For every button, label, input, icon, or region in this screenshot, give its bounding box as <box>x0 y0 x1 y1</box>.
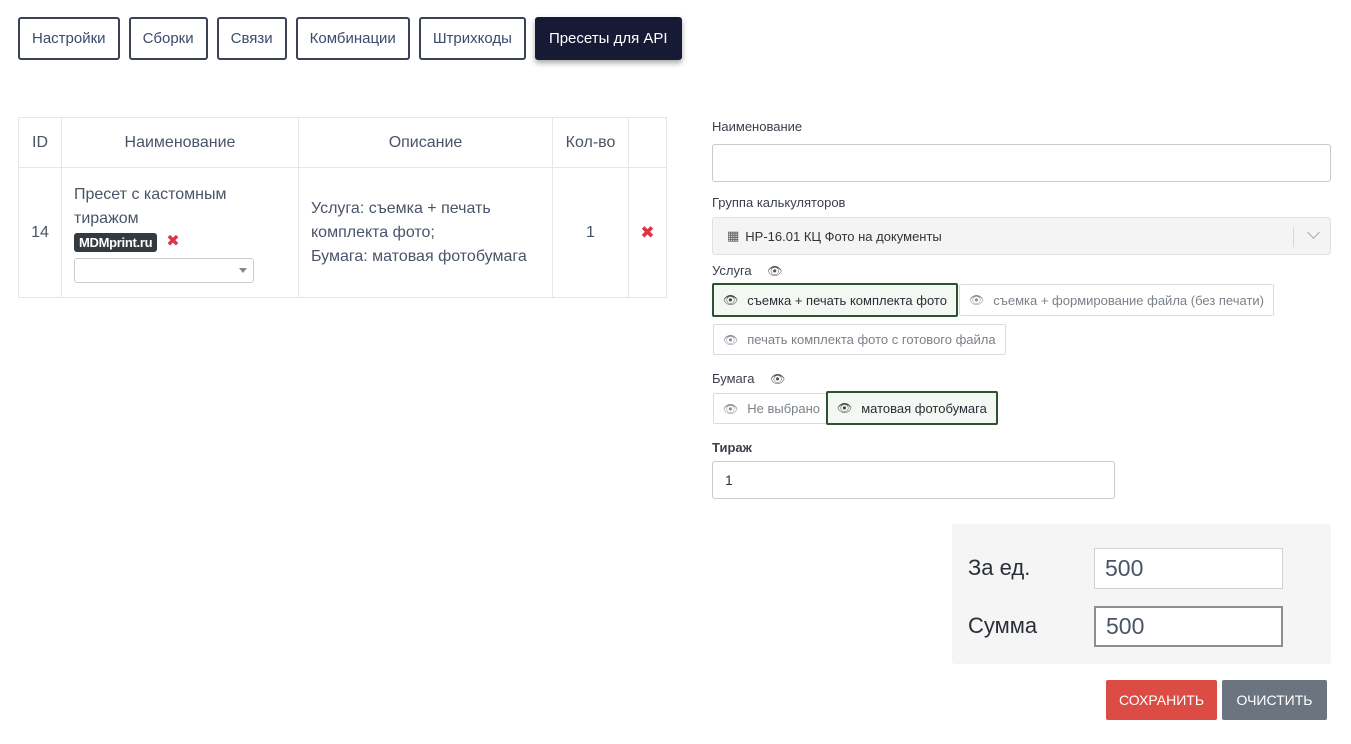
row-name-cell: Пресет с кастомным тиражом MDMprint.ru ✖ <box>61 167 299 298</box>
unit-price-label: За ед. <box>968 555 1031 580</box>
remove-badge-cross-icon[interactable]: ✖ <box>166 234 179 250</box>
tab-builds[interactable]: Сборки <box>128 17 208 60</box>
tab-links[interactable]: Связи <box>216 17 287 60</box>
paper-option-matte[interactable]: 👁 матовая фотобумага <box>826 391 998 425</box>
row-description: Услуга: съемка + печать комплекта фото; … <box>298 167 553 298</box>
quantity-input[interactable]: 1 <box>712 461 1115 499</box>
service-option-label: съемка + формирование файла (без печати) <box>993 292 1264 308</box>
name-input[interactable] <box>712 144 1331 182</box>
calculator-group-select[interactable]: ▦ HP-16.01 КЦ Фото на документы <box>712 217 1331 255</box>
caret-down-icon <box>239 267 247 273</box>
save-button[interactable]: Сохранить <box>1106 680 1217 720</box>
service-label-row: Услуга 👁 <box>712 263 783 278</box>
paper-option-label: Не выбрано <box>747 401 821 416</box>
row-description-line: Услуга: съемка + печать комплекта фото; <box>311 199 491 241</box>
paper-option-none[interactable]: 👁 Не выбрано <box>713 393 831 424</box>
site-select[interactable] <box>74 257 254 283</box>
tab-api-presets[interactable]: Пресеты для API <box>534 17 682 60</box>
header-actions <box>628 117 667 168</box>
tab-settings[interactable]: Настройки <box>18 17 120 60</box>
calculator-group-value: HP-16.01 КЦ Фото на документы <box>745 228 942 244</box>
totals-panel: За ед. 500 Сумма 500 <box>952 524 1331 664</box>
eye-icon: 👁 <box>723 332 739 347</box>
header-id: ID <box>18 117 62 168</box>
paper-eye-icon[interactable]: 👁 <box>770 372 785 386</box>
site-badge-row: MDMprint.ru ✖ <box>74 232 286 252</box>
service-option-shoot-file[interactable]: 👁 съемка + формирование файла (без печат… <box>959 284 1274 316</box>
header-description: Описание <box>298 117 553 168</box>
eye-icon: 👁 <box>723 401 739 416</box>
unit-price-input[interactable]: 500 <box>1094 548 1283 589</box>
tab-barcodes[interactable]: Штрихкоды <box>418 17 526 60</box>
select-separator <box>1293 227 1294 247</box>
sum-label: Сумма <box>968 613 1038 638</box>
calculator-icon: ▦ <box>727 228 740 243</box>
table-header-row: ID Наименование Описание Кол-во <box>18 117 667 168</box>
header-name: Наименование <box>61 117 299 168</box>
chevron-down-icon[interactable] <box>1307 226 1320 239</box>
eye-icon: 👁 <box>723 293 739 307</box>
tab-bar: Настройки Сборки Связи Комбинации Штрихк… <box>18 17 691 60</box>
paper-label-row: Бумага 👁 <box>712 371 785 386</box>
row-actions: ✖ <box>628 167 667 298</box>
service-eye-icon[interactable]: 👁 <box>767 264 782 278</box>
tab-combinations[interactable]: Комбинации <box>295 17 410 60</box>
row-id: 14 <box>18 167 62 298</box>
clear-button[interactable]: Очистить <box>1222 680 1327 720</box>
row-name: Пресет с кастомным тиражом <box>74 185 227 227</box>
site-badge: MDMprint.ru <box>74 232 158 252</box>
paper-option-label: матовая фотобумага <box>861 400 987 416</box>
header-qty: Кол-во <box>552 117 629 168</box>
eye-icon: 👁 <box>969 293 985 307</box>
paper-label: Бумага <box>712 371 755 386</box>
row-qty: 1 <box>552 167 629 298</box>
calculator-group-label: Группа калькуляторов <box>712 195 846 210</box>
service-option-label: съемка + печать комплекта фото <box>747 292 947 308</box>
eye-icon: 👁 <box>837 401 853 415</box>
presets-table: ID Наименование Описание Кол-во 14 Пресе… <box>18 117 667 298</box>
service-label: Услуга <box>712 263 752 278</box>
service-option-label: печать комплекта фото с готового файла <box>747 332 996 347</box>
delete-row-cross-icon[interactable]: ✖ <box>640 223 654 242</box>
quantity-label: Тираж <box>712 440 752 455</box>
sum-input[interactable]: 500 <box>1094 606 1283 647</box>
row-description-line: Бумага: матовая фотобумага <box>311 247 527 265</box>
table-row: 14 Пресет с кастомным тиражом MDMprint.r… <box>18 167 667 298</box>
service-option-print-from-file[interactable]: 👁 печать комплекта фото с готового файла <box>713 324 1006 355</box>
name-label: Наименование <box>712 119 803 134</box>
service-option-shoot-print[interactable]: 👁 съемка + печать комплекта фото <box>712 283 958 317</box>
